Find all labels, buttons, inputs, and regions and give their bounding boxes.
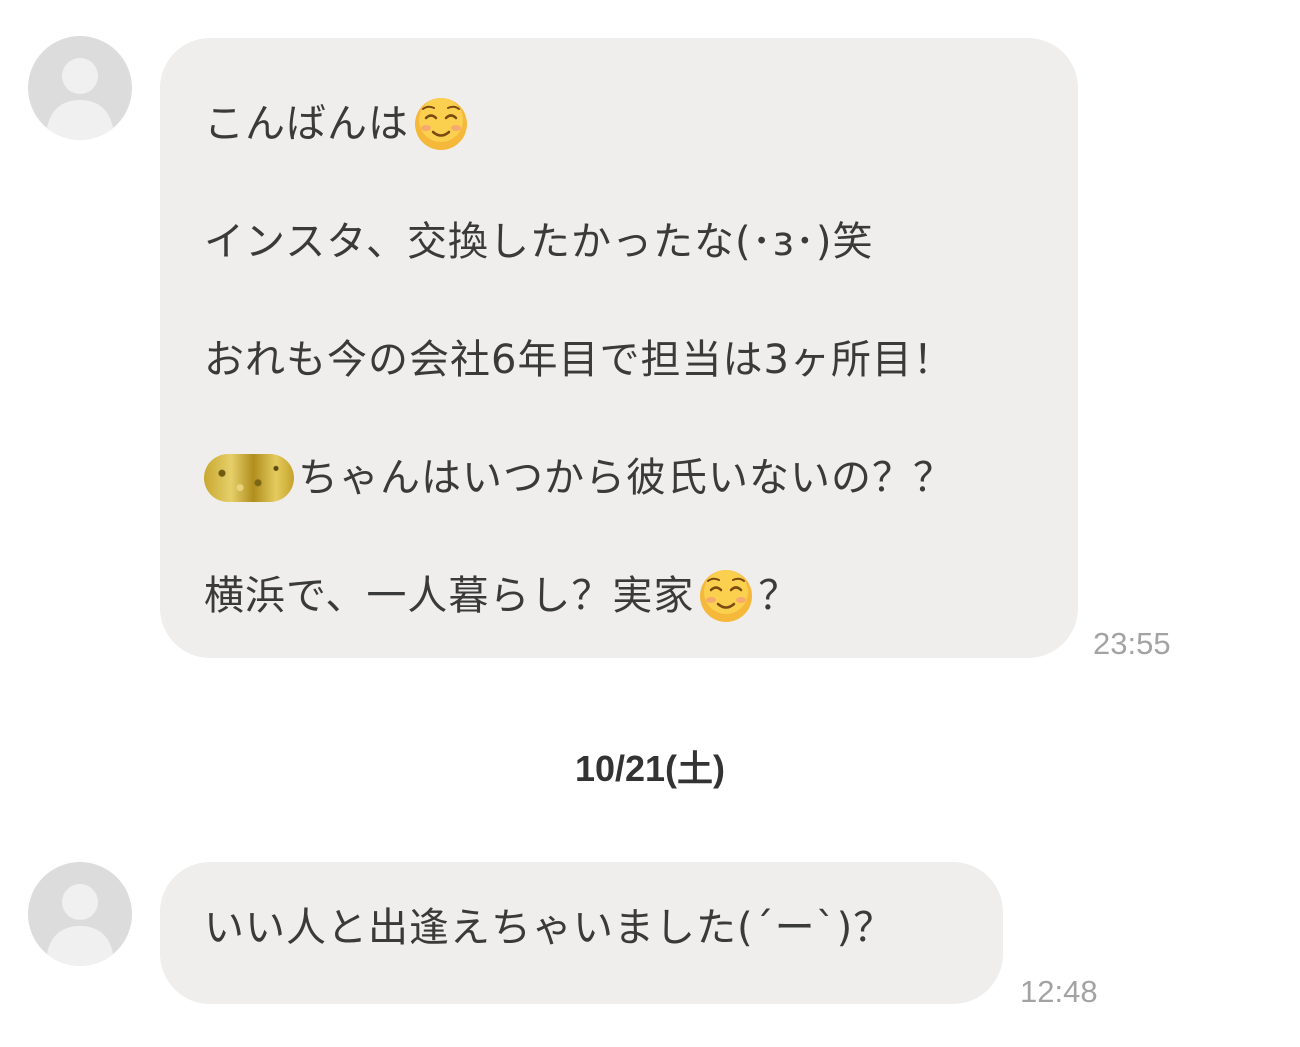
message-line: ちゃんはいつから彼氏いないの？？ bbox=[204, 454, 1034, 502]
message-line: 横浜で、一人暮らし？実家 ？ bbox=[204, 570, 1034, 622]
smiling-face-emoji-icon bbox=[415, 98, 467, 150]
message-bubble[interactable]: こんばんは インスタ、交換したかったな(･з･)笑 おれも今の会社6年目で担当は… bbox=[160, 38, 1078, 658]
message-text: こんばんは bbox=[204, 101, 409, 147]
message-text: おれも今の会社6年目で担当は3ヶ所目！ bbox=[204, 337, 954, 383]
message-timestamp: 12:48 bbox=[1020, 974, 1098, 1009]
person-icon bbox=[46, 884, 114, 966]
message-text: インスタ、交換したかったな(･з･)笑 bbox=[204, 219, 874, 265]
message-line: おれも今の会社6年目で担当は3ヶ所目！ bbox=[204, 336, 1034, 384]
message-line: こんばんは bbox=[204, 98, 1034, 150]
message-text: ？ bbox=[758, 573, 800, 619]
message-text: 横浜で、一人暮らし？実家 bbox=[204, 573, 695, 619]
message-line: インスタ、交換したかったな(･з･)笑 bbox=[204, 218, 1034, 266]
smiling-face-emoji-icon bbox=[700, 570, 753, 622]
sender-avatar[interactable] bbox=[28, 862, 132, 966]
sender-avatar[interactable] bbox=[28, 36, 132, 140]
person-icon bbox=[46, 58, 114, 140]
message-bubble[interactable]: いい人と出逢えちゃいました(´ー`)？ bbox=[160, 862, 1003, 1004]
message-text: ちゃんはいつから彼氏いないの？？ bbox=[298, 455, 954, 501]
message-text: いい人と出逢えちゃいました(´ー`)？ bbox=[204, 905, 895, 951]
chat-thread: こんばんは インスタ、交換したかったな(･з･)笑 おれも今の会社6年目で担当は… bbox=[0, 0, 1300, 1047]
message-line: いい人と出逢えちゃいました(´ー`)？ bbox=[204, 904, 959, 952]
message-timestamp: 23:55 bbox=[1093, 626, 1171, 661]
date-separator: 10/21(土) bbox=[574, 748, 726, 789]
redacted-name-blur bbox=[204, 454, 294, 502]
